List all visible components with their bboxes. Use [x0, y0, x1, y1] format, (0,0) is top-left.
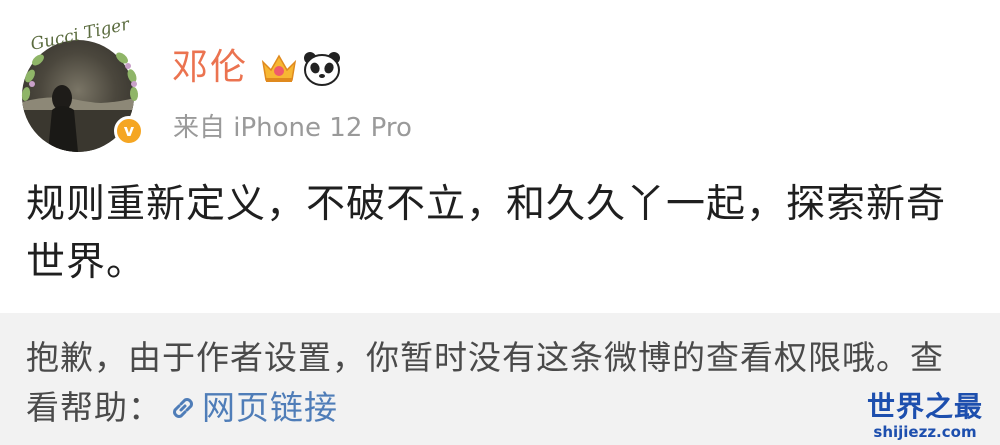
- watermark-title: 世界之最: [866, 390, 983, 423]
- avatar-signature: Gucci Tiger: [29, 18, 132, 55]
- notice-message: 抱歉，由于作者设置，你暂时没有这条微博的查看权限哦。查看帮助：: [26, 338, 944, 427]
- link-icon[interactable]: [168, 393, 198, 423]
- permission-notice: 抱歉，由于作者设置，你暂时没有这条微博的查看权限哦。查看帮助： 网页链接: [0, 313, 1000, 445]
- post-source: 来自 iPhone 12 Pro: [173, 113, 412, 143]
- crown-icon: [261, 54, 297, 82]
- help-web-link[interactable]: 网页链接: [202, 388, 338, 427]
- watermark-domain: shijiezz.com: [873, 423, 977, 441]
- watermark: 世界之最 shijiezz.com: [860, 390, 990, 442]
- author-name[interactable]: 邓伦: [172, 46, 248, 90]
- verified-icon: v: [114, 116, 144, 146]
- weibo-post: Gucci Tiger v 邓伦 来自 iPhone 12 Pro 规则重新定义…: [0, 0, 1000, 313]
- avatar[interactable]: Gucci Tiger v: [18, 18, 144, 152]
- panda-icon: [304, 52, 340, 86]
- post-text: 规则重新定义，不破不立，和久久丫一起，探索新奇世界。: [26, 182, 947, 285]
- notice-text: 抱歉，由于作者设置，你暂时没有这条微博的查看权限哦。查看帮助： 网页链接: [26, 333, 956, 433]
